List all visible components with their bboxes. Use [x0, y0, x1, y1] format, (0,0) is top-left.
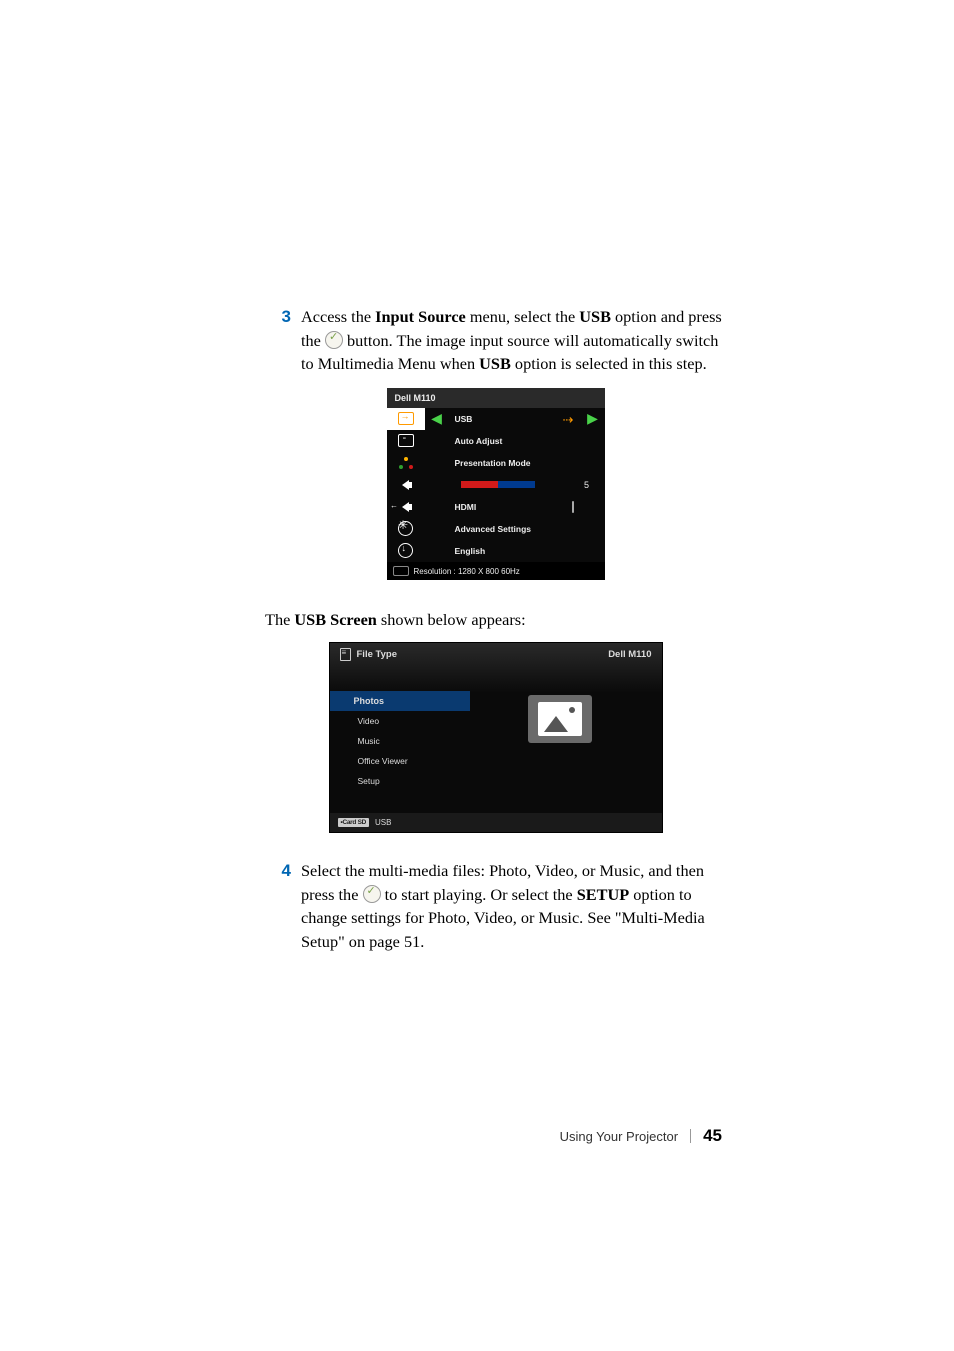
check-icon	[363, 885, 381, 903]
step-number-3: 3	[265, 305, 301, 330]
menu-row-advanced-settings[interactable]: Advanced Settings	[387, 518, 605, 540]
page-footer: Using Your Projector 45	[560, 1126, 722, 1146]
menu-label-english: English	[425, 546, 605, 556]
text: menu, select the	[466, 307, 579, 326]
volume-slider[interactable]	[461, 481, 535, 488]
list-item-photos[interactable]: Photos	[330, 691, 470, 711]
preview-thumbnail	[528, 695, 592, 743]
menu-row-presentation-mode[interactable]: Presentation Mode	[387, 452, 605, 474]
menu-row-auto-adjust[interactable]: Auto Adjust	[387, 430, 605, 452]
gear-icon	[387, 521, 425, 536]
image-icon	[538, 702, 582, 736]
bold-usb-screen: USB Screen	[294, 610, 376, 629]
hdmi-port-icon	[555, 502, 591, 512]
page: 3 Access the Input Source menu, select t…	[0, 0, 954, 1351]
step-3-body: Access the Input Source menu, select the…	[301, 305, 726, 376]
check-icon	[325, 331, 343, 349]
menu-title: Dell M110	[387, 388, 605, 408]
list-item-setup[interactable]: Setup	[330, 771, 470, 791]
list-item-video[interactable]: Video	[330, 711, 470, 731]
usb-screen-footer: •Card SD USB	[330, 813, 662, 832]
menu-row-hdmi[interactable]: HDMI	[387, 496, 605, 518]
step-number-4: 4	[265, 859, 301, 884]
step-4: 4 Select the multi-media files: Photo, V…	[265, 859, 726, 954]
menu-label-hdmi: HDMI	[425, 502, 555, 512]
usb-header-left: File Type	[357, 649, 397, 660]
bold-usb-2: USB	[479, 354, 511, 373]
input-source-icon	[387, 408, 425, 430]
sd-card-badge: •Card SD	[338, 818, 370, 827]
text: Access the	[301, 307, 375, 326]
bold-setup: SETUP	[577, 885, 629, 904]
document-icon	[340, 648, 351, 661]
volume-slider-cell	[425, 481, 569, 488]
bold-usb: USB	[579, 307, 611, 326]
usb-preview-pane	[470, 691, 650, 791]
usb-file-type-list: Photos Video Music Office Viewer Setup	[330, 691, 470, 791]
left-arrow-icon[interactable]: ◀	[425, 410, 449, 427]
menu-label-usb: USB	[449, 414, 545, 424]
step-4-body: Select the multi-media files: Photo, Vid…	[301, 859, 726, 954]
speaker-icon	[387, 480, 425, 490]
text: The	[265, 610, 294, 629]
menu-row-english[interactable]: English	[387, 540, 605, 562]
right-arrow-icon[interactable]: ▶	[581, 410, 605, 427]
usb-screen-body: Photos Video Music Office Viewer Setup	[330, 669, 662, 813]
step-3: 3 Access the Input Source menu, select t…	[265, 305, 726, 376]
text: option is selected in this step.	[511, 354, 707, 373]
menu-row-volume[interactable]: 5	[387, 474, 605, 496]
auto-adjust-icon	[387, 434, 425, 447]
vga-port-icon	[393, 566, 409, 577]
usb-screen-header: File Type Dell M110	[330, 643, 662, 669]
menu-label-presentation-mode: Presentation Mode	[425, 458, 605, 468]
text: shown below appears:	[377, 610, 526, 629]
usb-screen-caption: The USB Screen shown below appears:	[265, 608, 726, 632]
list-item-office-viewer[interactable]: Office Viewer	[330, 751, 470, 771]
footer-divider	[690, 1129, 691, 1143]
resolution-text: Resolution : 1280 X 800 60Hz	[414, 567, 520, 576]
input-source-menu: Dell M110 ◀ USB ▶ Auto Adjust Presentati…	[387, 388, 605, 581]
presentation-mode-icon	[387, 457, 425, 469]
page-number: 45	[703, 1126, 722, 1146]
list-item-music[interactable]: Music	[330, 731, 470, 751]
menu-label-advanced: Advanced Settings	[425, 524, 605, 534]
menu-row-usb[interactable]: ◀ USB ▶	[387, 408, 605, 430]
info-icon	[387, 543, 425, 558]
usb-screen: File Type Dell M110 Photos Video Music O…	[329, 642, 663, 833]
volume-value: 5	[569, 480, 605, 490]
usb-footer-text: USB	[375, 818, 391, 827]
menu-label-auto-adjust: Auto Adjust	[425, 436, 605, 446]
menu-footer: Resolution : 1280 X 800 60Hz	[387, 562, 605, 581]
text: to start playing. Or select the	[381, 885, 577, 904]
bold-input-source: Input Source	[375, 307, 466, 326]
usb-header-right: Dell M110	[608, 649, 651, 660]
section-title: Using Your Projector	[560, 1129, 679, 1144]
speaker-back-icon	[387, 502, 425, 512]
